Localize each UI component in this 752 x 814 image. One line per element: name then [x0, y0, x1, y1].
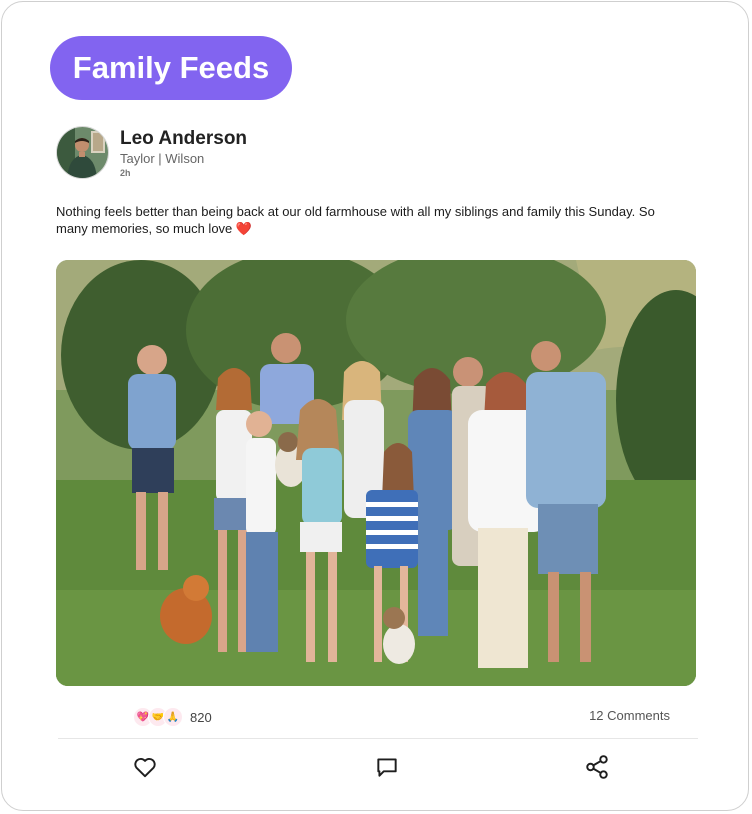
post-text-body: Nothing feels better than being back at …: [56, 204, 655, 236]
reaction-count: 820: [190, 709, 212, 725]
like-icon[interactable]: [132, 754, 158, 780]
feed-card: Family Feeds Leo Anderson Taylor | Wilso…: [1, 1, 749, 811]
reaction-summary[interactable]: 💖 🤝 🙏 820: [133, 707, 212, 727]
post-time: 2h: [120, 168, 131, 178]
comments-count[interactable]: 12 Comments: [589, 708, 670, 723]
author-name[interactable]: Leo Anderson: [120, 128, 247, 150]
comment-icon[interactable]: [374, 754, 400, 780]
post-text: Nothing feels better than being back at …: [56, 203, 656, 237]
divider: [58, 738, 698, 739]
red-heart-icon: ❤️: [235, 221, 253, 236]
share-icon[interactable]: [584, 754, 610, 780]
author-sub: Taylor | Wilson: [120, 151, 205, 166]
post-photo[interactable]: [56, 260, 696, 686]
pray-icon: 🙏: [163, 707, 183, 727]
page-title: Family Feeds: [50, 36, 292, 100]
avatar[interactable]: [56, 126, 109, 179]
